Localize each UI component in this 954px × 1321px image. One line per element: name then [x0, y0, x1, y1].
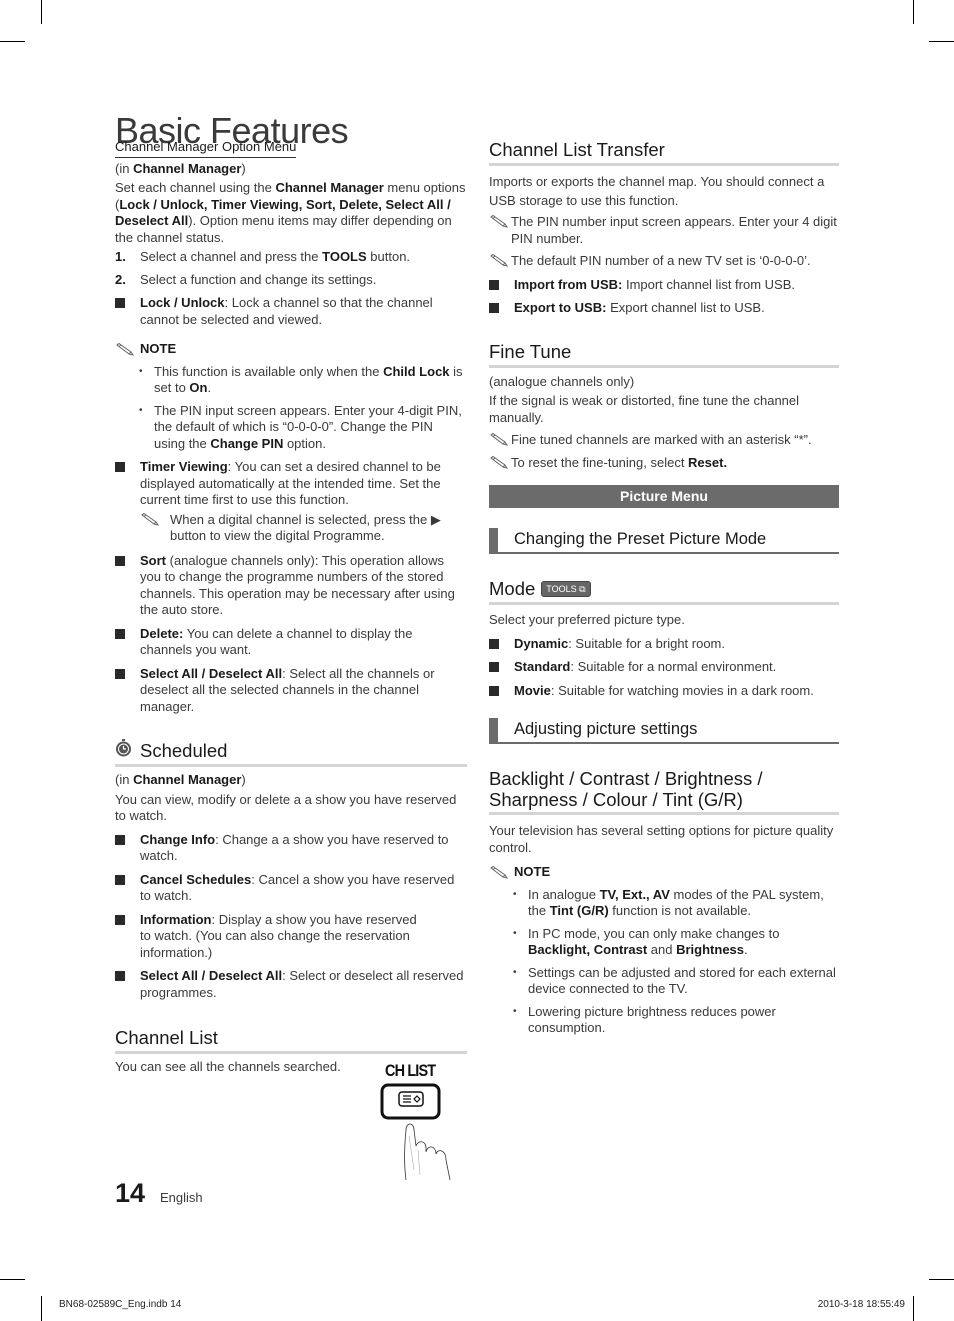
list-item-export-usb: Export to USB: Export channel list to US… — [489, 300, 839, 317]
note-bullet: • The PIN input screen appears. Enter you… — [139, 402, 462, 451]
square-bullet-icon — [115, 668, 125, 679]
pencil-note-icon — [115, 342, 140, 357]
remote-button-press-icon — [380, 1083, 451, 1181]
square-bullet-icon — [115, 914, 125, 925]
note-bullet: • This function is available only when th… — [139, 363, 463, 396]
list-item-change-info: Change Info: Change a a show you have re… — [115, 832, 467, 865]
transfer-note: The default PIN number of a new TV set i… — [489, 253, 839, 270]
square-bullet-icon — [115, 971, 125, 981]
step-item: 1. Select a channel and press the TOOLS b… — [115, 249, 411, 264]
square-bullet-icon — [489, 279, 499, 290]
left-column: Channel Manager Option Menu (in Channel … — [115, 139, 467, 1076]
scheduled-heading: Scheduled — [115, 739, 467, 767]
timer-note: When a digital channel is selected, pres… — [115, 512, 467, 545]
print-slug-date: 2010-3-18 18:55:49 — [817, 1299, 905, 1310]
pencil-note-icon — [489, 865, 514, 880]
square-bullet-icon — [489, 685, 499, 696]
note-bullet: • In analogue TV, Ext., AV modes of the P… — [513, 886, 824, 919]
option-menu-context: (in Channel Manager) — [115, 160, 246, 176]
square-bullet-icon — [115, 834, 125, 845]
list-item-sort: Sort (analogue channels only): This oper… — [115, 553, 467, 619]
tools-icon: ⧉ — [579, 584, 586, 594]
list-item-lock: Lock / Unlock: Lock a channel so that th… — [115, 295, 467, 328]
page-number: 14 — [115, 1178, 146, 1208]
ch-list-button-illustration: CH LIST — [374, 1060, 464, 1185]
page-language: English — [160, 1190, 203, 1205]
scheduled-intro: You can view, modify or delete a a show … — [115, 791, 457, 824]
pencil-note-icon — [489, 214, 511, 247]
mode-intro: Select your preferred picture type. — [489, 612, 685, 627]
backlight-intro: Your television has several setting opti… — [489, 823, 834, 855]
adjusting-picture-heading: Adjusting picture settings — [489, 718, 839, 744]
transfer-intro: Imports or exports the channel map. You … — [489, 174, 825, 208]
step-item: 2. Select a function and change its setti… — [115, 271, 377, 287]
crop-mark — [0, 41, 25, 42]
right-column: Channel List Transfer Imports or exports… — [489, 139, 839, 1037]
note-heading: NOTE — [115, 341, 467, 358]
fine-tune-heading: Fine Tune — [489, 341, 839, 368]
list-item-movie: Movie: Suitable for watching movies in a… — [489, 683, 839, 700]
crop-mark — [0, 1279, 25, 1280]
fine-tune-intro: If the signal is weak or distorted, fine… — [489, 393, 800, 425]
crop-mark — [913, 1296, 914, 1321]
channel-list-heading: Channel List — [115, 1027, 467, 1054]
fine-tune-context: (analogue channels only) — [489, 373, 635, 389]
list-item-information: Information: Display a show you have res… — [115, 912, 467, 962]
list-item-delete: Delete: You can delete a channel to disp… — [115, 626, 467, 659]
print-slug-file: BN68-02589C_Eng.indb 14 — [59, 1299, 182, 1310]
square-bullet-icon — [115, 874, 125, 885]
note-heading: NOTE — [489, 864, 839, 881]
picture-menu-banner: Picture Menu — [489, 485, 839, 508]
note-bullet: • Settings can be adjusted and stored for… — [513, 964, 836, 997]
note-bullet: • In PC mode, you can only make changes t… — [513, 925, 780, 958]
square-bullet-icon — [115, 462, 125, 472]
list-item-timer-viewing: Timer Viewing: You can set a desired cha… — [115, 459, 467, 509]
option-menu-heading: Channel Manager Option Menu — [115, 139, 297, 158]
stopwatch-icon — [115, 739, 140, 762]
crop-mark — [913, 0, 914, 24]
list-item-select-all-reserved: Select All / Deselect All: Select or des… — [115, 968, 467, 1001]
fine-tune-note: To reset the fine-tuning, select Reset. — [489, 455, 839, 472]
transfer-note: The PIN number input screen appears. Ent… — [489, 214, 839, 247]
option-menu-intro: Set each channel using the Channel Manag… — [115, 180, 466, 245]
crop-mark — [41, 1296, 42, 1321]
pencil-note-icon — [489, 432, 511, 449]
crop-mark — [929, 1279, 954, 1280]
list-item-standard: Standard: Suitable for a normal environm… — [489, 659, 839, 676]
crop-mark — [929, 41, 954, 42]
preset-picture-mode-heading: Changing the Preset Picture Mode — [489, 528, 839, 554]
mode-heading: Mode TOOLS ⧉ — [489, 578, 839, 605]
square-bullet-icon — [489, 303, 499, 313]
pencil-note-icon — [140, 512, 170, 545]
crop-mark — [41, 0, 42, 24]
scheduled-context: (in Channel Manager) — [115, 772, 246, 787]
square-bullet-icon — [489, 662, 499, 672]
tools-badge: TOOLS ⧉ — [541, 581, 591, 597]
channel-list-transfer-heading: Channel List Transfer — [489, 139, 839, 166]
list-item-cancel-schedules: Cancel Schedules: Cancel a show you have… — [115, 872, 467, 905]
fine-tune-note: Fine tuned channels are marked with an a… — [489, 432, 839, 449]
list-item-import-usb: Import from USB: Import channel list fro… — [489, 277, 839, 294]
square-bullet-icon — [115, 298, 125, 308]
list-item-select-all: Select All / Deselect All: Select all th… — [115, 666, 467, 716]
note-bullet: • Lowering picture brightness reduces pow… — [513, 1003, 776, 1036]
pencil-note-icon — [489, 455, 511, 472]
list-item-dynamic: Dynamic: Suitable for a bright room. — [489, 636, 839, 653]
backlight-heading: Backlight / Contrast / Brightness / Sharp… — [489, 768, 839, 815]
square-bullet-icon — [115, 628, 125, 639]
pencil-note-icon — [489, 253, 511, 270]
square-bullet-icon — [115, 555, 125, 566]
square-bullet-icon — [489, 638, 499, 649]
